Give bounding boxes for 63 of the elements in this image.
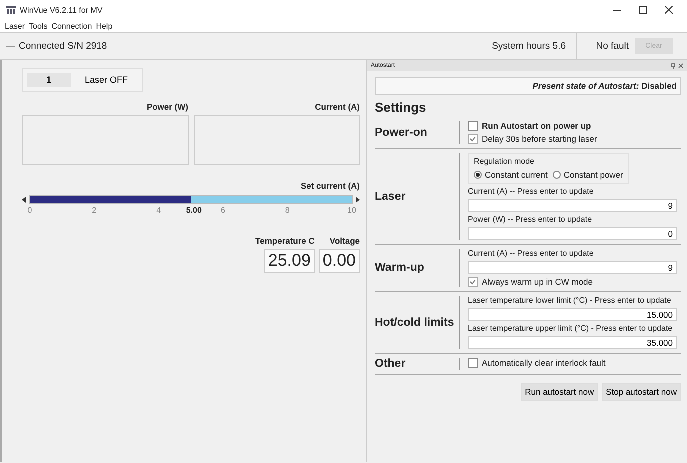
- readout-label: Current (A): [315, 102, 360, 112]
- menu-item[interactable]: Help: [96, 22, 113, 30]
- scale-label: 2: [92, 206, 97, 215]
- current-slider[interactable]: [29, 195, 353, 204]
- input-field[interactable]: 9: [468, 199, 677, 212]
- section-title: Other: [375, 358, 406, 370]
- present-state: Present state of Autostart: Disabled: [375, 77, 681, 95]
- field-label: Power (W) -- Press enter to update: [468, 215, 594, 224]
- input-field[interactable]: 0: [468, 227, 677, 240]
- scale-label: 8: [285, 206, 290, 215]
- radio-label: Constant current: [485, 170, 548, 180]
- meter-value: 0.00: [318, 249, 360, 273]
- checkbox-label: Delay 30s before starting laser: [482, 134, 598, 144]
- section-title: Warm-up: [375, 262, 424, 274]
- checkbox-label: Always warm up in CW mode: [482, 277, 594, 287]
- radio-button[interactable]: [552, 171, 561, 179]
- pin-close-icon[interactable]: [671, 62, 683, 68]
- maximize-icon[interactable]: [639, 6, 647, 14]
- input-field[interactable]: 15.000: [468, 308, 677, 321]
- checkbox[interactable]: [468, 134, 478, 144]
- connection-status: Connected S/N 2918: [19, 40, 108, 52]
- menu-item[interactable]: Tools: [29, 22, 48, 30]
- group-label: Regulation mode: [474, 157, 536, 166]
- meter-label: Temperature C: [256, 236, 315, 246]
- checkbox-label: Automatically clear interlock fault: [482, 358, 606, 368]
- slider-value: 5.00: [186, 206, 202, 215]
- meter-label: Voltage: [330, 236, 360, 246]
- left-arrow-icon[interactable]: [22, 196, 26, 202]
- checkbox[interactable]: [468, 358, 478, 368]
- fault-status: No fault: [596, 40, 629, 52]
- scale-label: 10: [348, 206, 356, 215]
- window-title: WinVue V6.2.11 for MV: [20, 6, 103, 14]
- meter-value: 25.09: [264, 249, 315, 273]
- slider-label: Set current (A): [300, 181, 360, 191]
- menu-item[interactable]: Connection: [52, 22, 92, 30]
- radio-button[interactable]: [474, 171, 482, 179]
- field-label: Laser temperature lower limit (°C) - Press enter to update: [468, 296, 672, 305]
- checkbox[interactable]: [468, 277, 478, 287]
- section-title: Laser: [375, 190, 406, 202]
- scale-label: 4: [156, 206, 162, 215]
- checkbox[interactable]: [468, 121, 478, 131]
- input-field[interactable]: 35.000: [468, 336, 677, 349]
- channel-number: 1: [27, 73, 71, 87]
- field-label: Current (A) -- Press enter to update: [468, 249, 595, 258]
- readout-label: Power (W): [146, 102, 188, 112]
- scale-label: 0: [28, 206, 32, 215]
- close-icon[interactable]: [665, 6, 673, 14]
- section-title: Hot/cold limits: [375, 316, 454, 328]
- radio-label: Constant power: [564, 170, 624, 180]
- input-field[interactable]: 9: [468, 261, 677, 274]
- checkbox-label: Run Autostart on power up: [482, 121, 592, 131]
- scale-label: 6: [220, 206, 226, 215]
- autostart-button[interactable]: Stop autostart now: [602, 383, 681, 401]
- system-hours: System hours 5.6: [492, 40, 567, 52]
- section-title: Power-on: [375, 126, 428, 138]
- field-label: Laser temperature upper limit (°C) - Press enter to update: [468, 324, 674, 333]
- settings-heading: Settings: [375, 100, 428, 115]
- field-label: Current (A) -- Press enter to update: [468, 187, 595, 196]
- menu-item[interactable]: Laser: [5, 22, 26, 30]
- autostart-button[interactable]: Run autostart now: [521, 383, 598, 401]
- right-arrow-icon[interactable]: [356, 196, 360, 202]
- laser-button[interactable]: 1 Laser OFF: [22, 68, 144, 92]
- app-icon: [6, 6, 16, 14]
